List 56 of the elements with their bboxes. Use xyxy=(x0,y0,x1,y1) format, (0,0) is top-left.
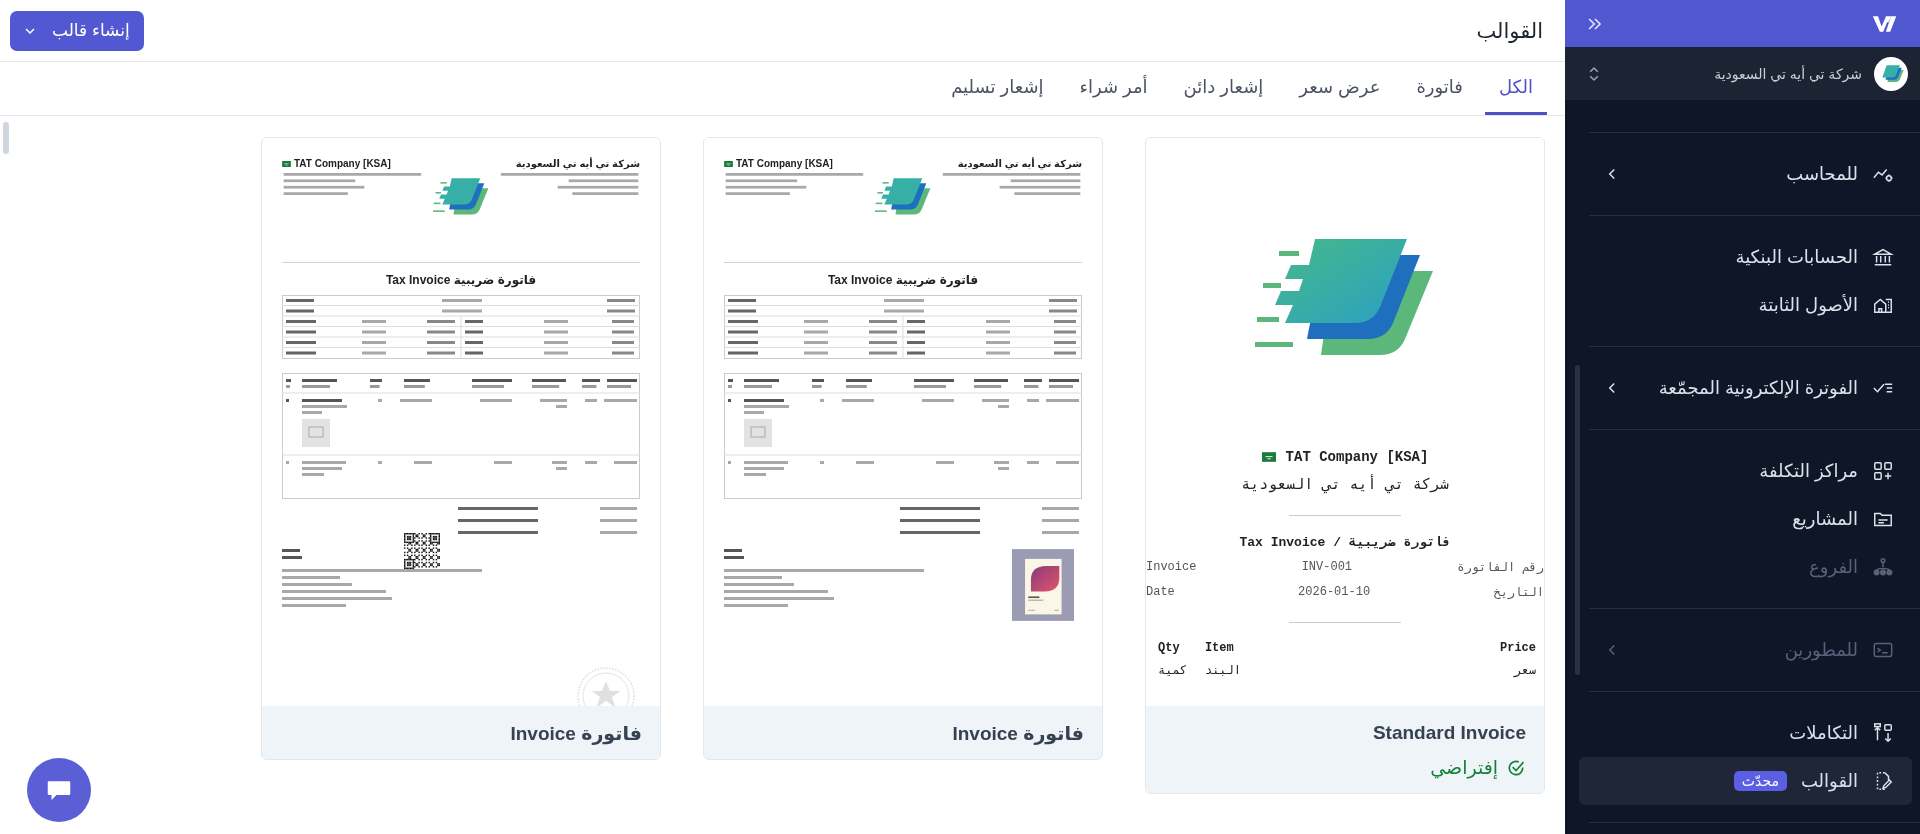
nav-item[interactable]: القوالب محدّث xyxy=(1579,757,1912,805)
field-label-arabic: التاريخ xyxy=(1493,585,1544,600)
company-logo xyxy=(433,178,489,216)
tab[interactable]: عرض سعر xyxy=(1285,62,1395,115)
tab[interactable]: فاتورة xyxy=(1402,62,1477,115)
company-name: TAT Company [KSA] xyxy=(1285,449,1429,465)
updated-badge: محدّث xyxy=(1733,771,1787,791)
column-header: Item xyxy=(1204,641,1235,655)
field-label-arabic: رقم الفاتورة xyxy=(1457,560,1544,575)
company-name: TAT Company [KSA] xyxy=(294,158,391,169)
nav-item[interactable]: للمحاسب xyxy=(1589,150,1920,198)
create-template-button[interactable]: إنشاء قالب xyxy=(10,10,144,51)
flag-icon xyxy=(282,160,291,167)
field-label: Date xyxy=(1146,585,1175,600)
tab[interactable]: إشعار دائن xyxy=(1169,62,1278,115)
tab[interactable]: الكل xyxy=(1484,62,1547,115)
tab[interactable]: إشعار تسليم xyxy=(937,62,1058,115)
company-avatar xyxy=(1874,56,1908,91)
nav-item[interactable]: الأصول الثابتة xyxy=(1589,281,1920,329)
card-title: Standard Invoice xyxy=(1372,722,1526,744)
nav-item[interactable]: الحسابات البنكية xyxy=(1589,233,1920,281)
scrollbar[interactable] xyxy=(3,122,9,154)
field-label: Invoice xyxy=(1146,560,1197,575)
tab[interactable]: أمر شراء xyxy=(1065,62,1162,115)
card-title: Invoice فاتورة xyxy=(952,722,1084,745)
company-name-arabic: شركة تي أيه تي السعودية xyxy=(957,158,1082,169)
document-title: Tax Invoice فاتورة ضريبية xyxy=(384,273,538,287)
company-name: TAT Company [KSA] xyxy=(736,158,833,169)
page-title: القوالب xyxy=(1476,18,1543,43)
arrows-icon xyxy=(1872,722,1894,744)
card-title: Invoice فاتورة xyxy=(510,722,642,745)
column-header: Price xyxy=(1500,641,1536,655)
grid-plus-icon xyxy=(1872,460,1894,482)
company-logo xyxy=(875,178,931,216)
document-title: Tax Invoice فاتورة ضريبية xyxy=(826,273,980,287)
flag-icon xyxy=(1261,452,1276,462)
nav-item[interactable]: التكاملات xyxy=(1589,709,1920,757)
company-name: شركة تي أيه تي السعودية xyxy=(1713,65,1862,82)
company-name-arabic: شركة تي أيه تي السعودية xyxy=(515,158,640,169)
column-header-arabic: سعر xyxy=(1512,663,1536,678)
flag-icon xyxy=(724,160,733,167)
bank-icon xyxy=(1872,246,1894,268)
column-header-arabic: البند xyxy=(1204,663,1242,678)
scrollbar[interactable] xyxy=(1575,365,1580,675)
company-name-arabic: شركة تي أيه تي السعودية xyxy=(1241,475,1449,493)
company-switcher[interactable]: شركة تي أيه تي السعودية xyxy=(1565,47,1920,100)
column-header: Qty xyxy=(1158,641,1181,655)
nav-item[interactable]: الفوترة الإلكترونية المجمّعة xyxy=(1589,364,1920,412)
default-label: إفتراضي xyxy=(1430,756,1498,779)
field-value: INV-001 xyxy=(1301,560,1353,575)
nav-item[interactable]: المشاريع xyxy=(1589,495,1920,543)
nav-item[interactable]: مراكز التكلفة xyxy=(1589,447,1920,495)
column-header-arabic: كمية xyxy=(1158,663,1187,678)
hierarchy-icon xyxy=(1872,556,1894,578)
document-title: Tax Invoice / فاتورة ضريبية xyxy=(1239,534,1451,550)
field-value: 2026-01-10 xyxy=(1298,585,1371,600)
